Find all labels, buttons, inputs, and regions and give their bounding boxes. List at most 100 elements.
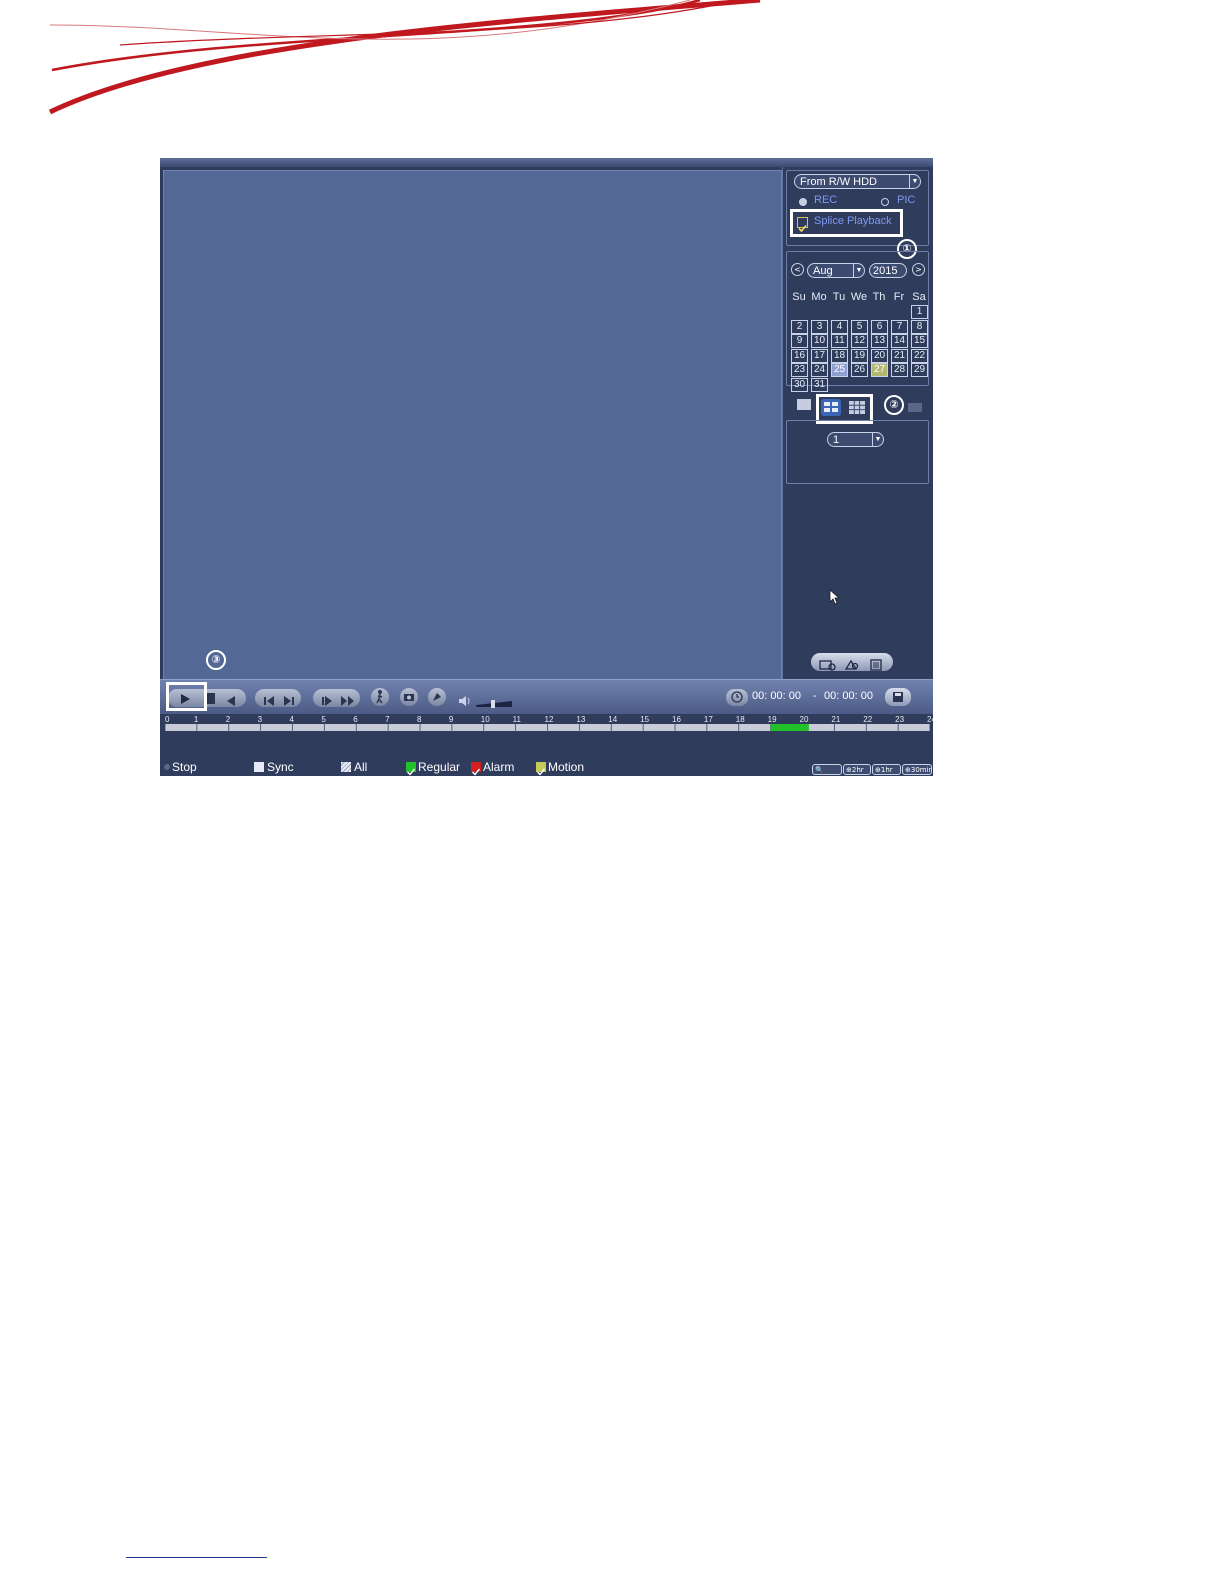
prev-month-button[interactable]: < xyxy=(791,263,804,276)
next-frame-button[interactable] xyxy=(281,692,297,706)
channel-select[interactable]: 1 ▼ xyxy=(827,432,884,447)
alarm-label: Alarm xyxy=(483,760,515,774)
rec-radio[interactable] xyxy=(799,198,807,206)
calendar-day[interactable]: 18 xyxy=(831,348,848,363)
zoom-2hr-button[interactable]: ⊕2hr xyxy=(843,764,871,775)
zoom-30min-button[interactable]: ⊕30min xyxy=(902,764,932,775)
check-icon xyxy=(407,768,416,776)
file-list-button[interactable] xyxy=(869,656,883,671)
layout-9-button[interactable] xyxy=(847,399,867,416)
timeline-hour-label: 12 xyxy=(544,715,554,724)
calendar-day[interactable]: 2 xyxy=(791,319,808,334)
calendar-day[interactable]: 11 xyxy=(831,334,848,349)
timeline-hour-label: 2 xyxy=(225,715,231,724)
play-button[interactable] xyxy=(175,691,195,705)
layout-1-button[interactable] xyxy=(797,399,811,410)
timeline-hour-label: 13 xyxy=(576,715,586,724)
calendar-day[interactable]: 10 xyxy=(811,334,828,349)
grid-9-icon xyxy=(849,401,865,414)
next-month-button[interactable]: > xyxy=(912,263,925,276)
calendar-day[interactable]: 4 xyxy=(831,319,848,334)
zoom-24hr-button[interactable]: 🔍24hr xyxy=(812,764,842,775)
zoom-1hr-button[interactable]: ⊕1hr xyxy=(872,764,901,775)
month-select[interactable]: Aug ▼ xyxy=(807,263,865,278)
calendar-day[interactable]: 17 xyxy=(811,348,828,363)
timeline-bar[interactable] xyxy=(165,723,930,733)
splice-checkbox[interactable] xyxy=(797,217,808,233)
volume-button[interactable] xyxy=(458,692,472,706)
callout-two: ② xyxy=(884,395,904,415)
reverse-icon xyxy=(227,696,235,706)
calendar-day[interactable]: 28 xyxy=(891,363,908,378)
slow-play-button[interactable] xyxy=(319,692,335,706)
time-search-button[interactable] xyxy=(726,689,748,706)
calendar-day[interactable]: 24 xyxy=(811,363,828,378)
motion-label: Motion xyxy=(548,760,585,774)
previous-frame-button[interactable] xyxy=(261,692,277,706)
alarm-checkbox[interactable] xyxy=(471,762,481,776)
calendar-day[interactable]: 19 xyxy=(851,348,868,363)
calendar-day[interactable]: 31 xyxy=(811,378,828,392)
regular-checkbox[interactable] xyxy=(406,762,416,776)
timeline-hour-label: 21 xyxy=(831,715,841,724)
layout-4-button[interactable] xyxy=(821,399,841,416)
calendar-day[interactable]: 8 xyxy=(911,319,928,334)
calendar-day[interactable]: 9 xyxy=(791,334,808,349)
calendar-day[interactable]: 21 xyxy=(891,348,908,363)
mark-search-button[interactable] xyxy=(843,656,861,670)
calendar-day[interactable]: 13 xyxy=(871,334,888,349)
start-time[interactable]: 00: 00: 00 xyxy=(752,690,801,702)
camera-icon xyxy=(404,694,414,701)
weekday-label: We xyxy=(850,291,868,303)
stop-button[interactable] xyxy=(207,693,215,704)
motion-checkbox[interactable] xyxy=(536,762,546,776)
calendar-day[interactable]: 29 xyxy=(911,363,928,378)
calendar-day[interactable]: 7 xyxy=(891,319,908,334)
timeline-hour-label: 22 xyxy=(863,715,873,724)
sync-label: Sync xyxy=(267,760,294,774)
snapshot-button[interactable] xyxy=(400,688,418,706)
zoom-30min-label: 30min xyxy=(910,766,932,774)
timeline-hour-label: 5 xyxy=(321,715,326,724)
calendar-day[interactable]: 25 xyxy=(831,363,848,378)
timeline-hour-label: 18 xyxy=(735,715,745,724)
calendar-day[interactable]: 6 xyxy=(871,319,888,334)
end-time[interactable]: 00: 00: 00 xyxy=(824,690,873,702)
stop-status-dot xyxy=(164,764,170,770)
calendar-day[interactable]: 27 xyxy=(871,363,888,378)
backup-button[interactable] xyxy=(885,688,911,706)
fullscreen-icon[interactable] xyxy=(908,403,922,412)
video-playback-area[interactable] xyxy=(163,170,782,680)
calendar-day[interactable]: 15 xyxy=(911,334,928,349)
calendar-day[interactable]: 1 xyxy=(911,305,928,319)
year-value: 2015 xyxy=(873,265,898,277)
check-icon xyxy=(537,768,546,776)
footer-link-underline xyxy=(126,1557,267,1558)
smart-search-icon-button[interactable] xyxy=(371,688,389,706)
smart-search-button[interactable] xyxy=(819,656,837,671)
calendar-day[interactable]: 12 xyxy=(851,334,868,349)
header-swoosh-decoration xyxy=(48,0,761,115)
mark-button[interactable] xyxy=(428,688,446,706)
timeline-hour-label: 11 xyxy=(512,715,521,724)
calendar-day[interactable]: 16 xyxy=(791,348,808,363)
calendar-day[interactable]: 3 xyxy=(811,319,828,334)
calendar-day[interactable]: 5 xyxy=(851,319,868,334)
calendar-day[interactable]: 23 xyxy=(791,363,808,378)
check-icon xyxy=(798,224,807,233)
source-select[interactable]: From R/W HDD ▼ xyxy=(794,174,921,189)
calendar-day[interactable]: 30 xyxy=(791,378,808,392)
all-checkbox[interactable] xyxy=(341,762,351,772)
sync-checkbox[interactable] xyxy=(254,762,264,772)
calendar-day[interactable]: 22 xyxy=(911,348,928,363)
year-select[interactable]: 2015 xyxy=(869,263,907,278)
play-backward-button[interactable] xyxy=(224,692,238,706)
fast-play-button[interactable] xyxy=(340,692,356,706)
calendar-day[interactable]: 26 xyxy=(851,363,868,378)
volume-slider[interactable] xyxy=(476,693,512,708)
calendar-day[interactable]: 14 xyxy=(891,334,908,349)
timeline-hour-label: 1 xyxy=(193,715,199,724)
timeline-regular-recording[interactable] xyxy=(770,724,809,731)
pic-radio[interactable] xyxy=(881,198,889,206)
calendar-day[interactable]: 20 xyxy=(871,348,888,363)
